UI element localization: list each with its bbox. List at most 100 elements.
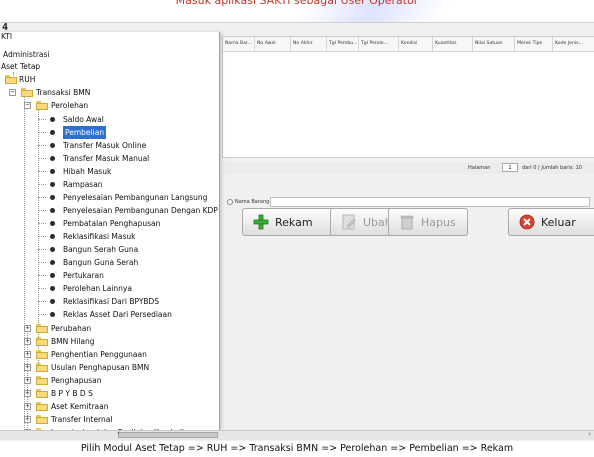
leaf-bullet-icon [50, 286, 55, 291]
plus-icon [253, 214, 269, 230]
leaf-bullet-icon [50, 247, 55, 252]
tree-item-label: Transfer Masuk Manual [63, 154, 150, 163]
folder-icon [36, 376, 48, 385]
column-header-kode-jenis[interactable]: Kode Jenis... [553, 37, 594, 51]
tree-item-label: Transaksi BMN [36, 88, 91, 97]
rows-per-page[interactable]: 10 [576, 165, 582, 171]
leaf-bullet-icon [50, 260, 55, 265]
keluar-button[interactable]: Keluar [508, 208, 594, 236]
column-header-nilai-satuan[interactable]: Nilai Satuan [473, 37, 515, 51]
tree-item-label: Transfer Internal [51, 415, 113, 424]
hapus-label: Hapus [421, 215, 456, 229]
collapse-toggle[interactable]: − [24, 102, 31, 109]
rekam-button[interactable]: Rekam [242, 208, 334, 236]
tree-item-label: Pertukaran [63, 271, 104, 280]
column-header-tgl-pembukuan[interactable]: Tgl Pembu... [327, 37, 359, 51]
collapse-toggle[interactable]: − [9, 89, 16, 96]
tree-guide [38, 197, 46, 198]
bottom-caption: Pilih Modul Aset Tetap => RUH => Transak… [80, 443, 514, 454]
tree-item-label: Penyelesaian Pembangunan Langsung [63, 193, 208, 202]
column-header-merek-tipe[interactable]: Merek Tipe [515, 37, 553, 51]
expand-toggle[interactable]: + [24, 351, 31, 358]
leaf-bullet-icon [50, 234, 55, 239]
tree-guide [38, 119, 46, 120]
leaf-bullet-icon [50, 156, 55, 161]
module-tree[interactable]: KTI Administrasi Aset Tetap RUH − Transa… [0, 32, 220, 437]
nama-barang-radio-label: Nama Barang [235, 199, 270, 205]
keluar-label: Keluar [541, 215, 576, 229]
leaf-bullet-icon [50, 299, 55, 304]
expand-toggle[interactable]: + [24, 364, 31, 371]
nama-barang-radio[interactable] [227, 199, 233, 205]
paging-bar: Halaman 1 dari 0 | Jumlah baris: 10 [222, 162, 594, 174]
rekam-label: Rekam [275, 215, 313, 229]
tree-item-label: Rampasan [63, 180, 103, 189]
hapus-button[interactable]: Hapus [388, 208, 468, 236]
folder-icon [36, 337, 48, 346]
horizontal-scrollbar[interactable]: ‹ › [0, 429, 594, 440]
expand-toggle[interactable]: + [24, 377, 31, 384]
tree-item-label: RUH [19, 75, 36, 84]
tree-item-label: BMN Hilang [51, 337, 95, 346]
expand-toggle[interactable]: + [24, 325, 31, 332]
tree-guide [38, 314, 46, 315]
halaman-label: Halaman [468, 165, 491, 171]
scroll-left-arrow-icon[interactable]: ‹ [117, 429, 120, 437]
tree-item-label: Reklasifikasi Dari BPYBDS [63, 297, 160, 306]
jumlah-label: Jumlah baris: [541, 165, 575, 171]
tree-guide [38, 249, 46, 250]
expand-toggle[interactable]: + [24, 416, 31, 423]
leaf-bullet-icon [50, 312, 55, 317]
tree-item-label: B P Y B D S [51, 389, 93, 398]
tree-item-label: Perolehan Lainnya [63, 284, 132, 293]
column-header-nama-barang[interactable]: Nama Bar... [223, 37, 255, 51]
column-header-no-awal[interactable]: No Awal [255, 37, 291, 51]
folder-icon [36, 389, 48, 398]
tree-guide [38, 184, 46, 185]
tree-item-label: Aset Kemitraan [51, 402, 109, 411]
grid-header: Nama Bar... No Awal No Akhir Tgl Pembu..… [223, 37, 594, 52]
tree-item-label: Transfer Masuk Online [63, 141, 147, 150]
folder-icon [36, 350, 48, 359]
column-header-tgl-perolehan[interactable]: Tgl Perole... [359, 37, 399, 51]
tree-item-label: Penyelesaian Pembangunan Dengan KDP [63, 206, 218, 215]
column-header-kondisi[interactable]: Kondisi [399, 37, 433, 51]
leaf-bullet-icon [50, 273, 55, 278]
tree-guide [38, 210, 46, 211]
leaf-bullet-icon [50, 169, 55, 174]
nama-barang-search-input[interactable] [270, 197, 590, 207]
folder-icon [36, 415, 48, 424]
tree-guide [38, 171, 46, 172]
leaf-bullet-icon [50, 221, 55, 226]
scrollbar-thumb[interactable] [118, 432, 218, 438]
tree-item-label: Bangun Guna Serah [63, 258, 139, 267]
folder-icon [36, 402, 48, 411]
page-number-spinner[interactable]: 1 [502, 163, 518, 172]
tree-item-label: Aset Tetap [1, 62, 41, 71]
leaf-bullet-icon [50, 130, 55, 135]
trash-icon [400, 215, 414, 230]
data-grid[interactable]: Nama Bar... No Awal No Akhir Tgl Pembu..… [222, 36, 594, 158]
tree-item-label: Perubahan [51, 324, 92, 333]
scroll-right-arrow-icon[interactable]: › [588, 430, 591, 438]
tree-item-label: Usulan Penghapusan BMN [51, 363, 150, 372]
folder-icon [21, 88, 33, 97]
tree-guide [38, 158, 46, 159]
tree-item-label: Penghentian Penggunaan [51, 350, 147, 359]
tree-item-label: Hibah Masuk [63, 167, 112, 176]
leaf-bullet-icon [50, 117, 55, 122]
tree-guide [38, 145, 46, 146]
column-header-kuantitas[interactable]: Kuantitas [433, 37, 473, 51]
tree-item-label: Reklasifikasi Masuk [63, 232, 136, 241]
edit-document-icon [342, 214, 356, 230]
expand-toggle[interactable]: + [24, 390, 31, 397]
column-header-no-akhir[interactable]: No Akhir [291, 37, 327, 51]
search-row: Nama Barang [222, 196, 594, 208]
expand-toggle[interactable]: + [24, 403, 31, 410]
tree-guide [38, 223, 46, 224]
of-text: dari 0 [522, 165, 537, 171]
tree-guide [38, 262, 46, 263]
expand-toggle[interactable]: + [24, 338, 31, 345]
tree-item-label: Penghapusan [51, 376, 102, 385]
folder-icon [5, 75, 17, 84]
